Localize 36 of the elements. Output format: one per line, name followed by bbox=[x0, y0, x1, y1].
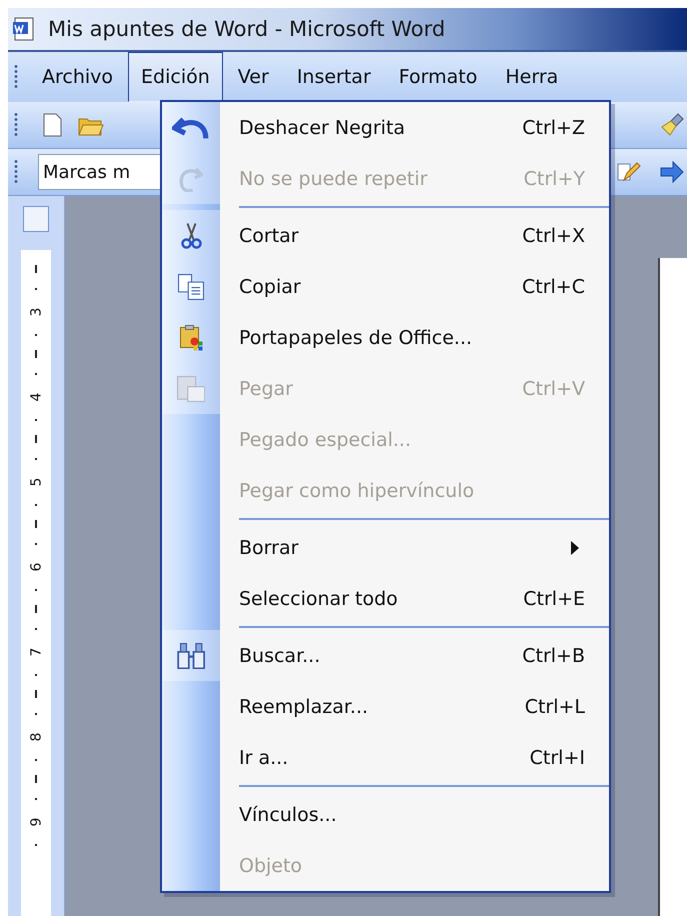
menu-item[interactable]: Copiar Ctrl+C bbox=[162, 261, 609, 312]
window-title: Mis apuntes de Word - Microsoft Word bbox=[48, 17, 446, 41]
menu-item[interactable]: Buscar... Ctrl+B bbox=[162, 630, 609, 681]
ruler-number: 3 bbox=[29, 307, 43, 316]
clipboard-icon bbox=[180, 324, 202, 350]
paste-icon bbox=[176, 376, 206, 402]
menu[interactable]: Formato bbox=[386, 52, 490, 102]
copy-icon bbox=[178, 274, 204, 300]
menu-item[interactable]: Cortar Ctrl+X bbox=[162, 210, 609, 261]
redo-icon bbox=[178, 166, 204, 192]
ruler-number: 6 bbox=[29, 562, 43, 572]
toolbar-grip bbox=[14, 64, 18, 90]
ruler-number: 5 bbox=[29, 477, 43, 486]
menu-item[interactable]: Seleccionar todo Ctrl+E bbox=[162, 573, 609, 624]
menu[interactable]: Insertar bbox=[284, 52, 384, 102]
menu-item[interactable]: Deshacer Negrita Ctrl+Z bbox=[162, 102, 609, 153]
scissors-icon bbox=[180, 222, 202, 248]
ruler-number: 8 bbox=[29, 732, 43, 742]
menu-item[interactable]: Reemplazar... Ctrl+L bbox=[162, 681, 609, 732]
ruler-number: 4 bbox=[29, 392, 43, 402]
menu-item[interactable]: Vínculos... bbox=[162, 789, 609, 840]
menu[interactable]: Herra bbox=[492, 52, 572, 102]
menu-item[interactable]: Ir a... Ctrl+I bbox=[162, 732, 609, 783]
menu-item[interactable]: Portapapeles de Office... bbox=[162, 312, 609, 363]
binoculars-icon bbox=[177, 642, 205, 668]
menu[interactable]: Archivo bbox=[29, 52, 126, 102]
toolbar-grip bbox=[14, 159, 18, 185]
undo-icon bbox=[172, 114, 210, 140]
arrow-icon[interactable] bbox=[658, 158, 686, 186]
tab-stop-button[interactable] bbox=[23, 206, 49, 232]
toolbar-grip bbox=[14, 112, 18, 138]
ruler-number: 7 bbox=[29, 647, 43, 656]
ruler-number: 9 bbox=[29, 817, 43, 826]
menu[interactable]: Ver bbox=[224, 52, 282, 102]
menu[interactable]: Edición bbox=[128, 52, 223, 102]
menu-item[interactable]: Borrar bbox=[162, 522, 609, 573]
